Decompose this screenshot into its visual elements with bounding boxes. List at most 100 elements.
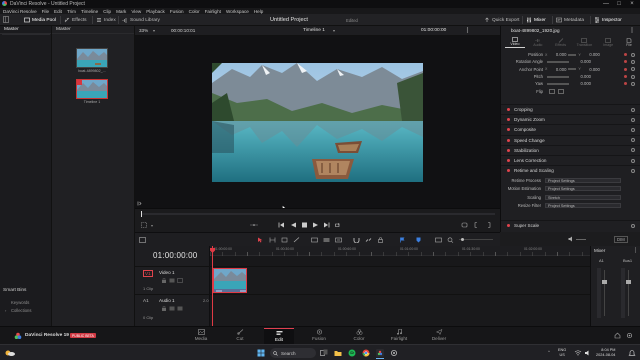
volume-icon[interactable] <box>584 349 592 357</box>
reset-icon[interactable] <box>631 138 635 143</box>
param-y-value[interactable]: 0.000 <box>582 52 599 57</box>
zoom-level[interactable]: 33% <box>139 28 148 33</box>
section-stabilization[interactable]: Stabilization <box>501 144 640 155</box>
reset-icon[interactable] <box>631 148 635 153</box>
reset-icon[interactable] <box>631 117 635 122</box>
zoom-custom-icon[interactable] <box>447 237 454 243</box>
menu-help[interactable]: Help <box>254 9 263 14</box>
zoom-detail-icon[interactable] <box>435 237 442 243</box>
blade-tool-icon[interactable] <box>293 237 300 243</box>
bin-master[interactable]: Master <box>4 27 19 32</box>
tab-video[interactable]: Video <box>505 36 525 48</box>
keyframe-icon[interactable] <box>624 53 627 57</box>
menu-clip[interactable]: Clip <box>103 9 111 14</box>
menu-timeline[interactable]: Timeline <box>81 9 98 14</box>
panel-toggle-icon[interactable] <box>3 16 9 23</box>
reset-icon[interactable] <box>631 158 635 163</box>
weather-icon[interactable] <box>4 349 16 357</box>
loop-icon[interactable] <box>334 222 341 228</box>
page-tab-fairlight[interactable]: Fairlight <box>384 328 414 344</box>
menu-file[interactable]: File <box>42 9 49 14</box>
collections-chevron-icon[interactable]: › <box>5 308 6 313</box>
smart-bins-header[interactable]: Smart Bins <box>3 288 26 293</box>
motion-estimation-select[interactable]: Project Settings <box>545 186 621 192</box>
mute-icon[interactable] <box>177 306 183 311</box>
menu-playback[interactable]: Playback <box>146 9 165 14</box>
flag-icon[interactable] <box>399 237 406 243</box>
taskbar-search[interactable]: Search <box>270 348 316 358</box>
enable-dot-icon[interactable] <box>507 128 510 132</box>
marker-icon[interactable] <box>415 237 422 243</box>
transform-overlay-icon[interactable] <box>141 222 148 228</box>
section-speed-change[interactable]: Speed Change <box>501 134 640 145</box>
page-tab-color[interactable]: Color <box>344 328 374 344</box>
metadata-button[interactable]: Metadata <box>556 16 584 24</box>
auto-select-icon[interactable] <box>169 278 175 283</box>
retime-process-select[interactable]: Project Settings <box>545 177 621 183</box>
lock-track-icon[interactable] <box>161 278 167 283</box>
param-slider[interactable] <box>568 53 577 56</box>
track-name-video[interactable]: Video 1 <box>159 270 175 275</box>
close-button[interactable]: × <box>626 0 638 8</box>
enable-dot-icon[interactable] <box>507 159 510 163</box>
keyframe-icon[interactable] <box>624 75 627 79</box>
audio-track-lane[interactable] <box>210 294 590 326</box>
section-lens-correction[interactable]: Lens Correction <box>501 154 640 165</box>
minimize-button[interactable]: — <box>600 0 612 8</box>
media-clip-boat[interactable]: boat-4899802_... <box>76 48 112 73</box>
track-id-a1[interactable]: A1 <box>143 298 149 303</box>
tray-overflow-icon[interactable]: ^ <box>548 349 554 357</box>
page-tab-edit[interactable]: Edit <box>264 328 294 344</box>
reset-icon[interactable] <box>631 81 635 86</box>
param-slider[interactable] <box>547 82 569 85</box>
project-manager-icon[interactable] <box>614 332 621 339</box>
clock[interactable]: 8:04 PM 2024-08-04 <box>596 348 615 357</box>
resolve-taskbar-icon[interactable] <box>376 349 384 357</box>
reset-icon[interactable] <box>631 107 635 112</box>
overlay-dropdown-icon[interactable]: ▾ <box>151 223 153 228</box>
enable-dot-icon[interactable] <box>507 224 510 228</box>
section-composite[interactable]: Composite <box>501 124 640 134</box>
tab-audio[interactable]: Audio <box>528 38 548 47</box>
play-icon[interactable] <box>312 222 319 228</box>
param-x-value[interactable]: 0.000 <box>571 74 591 79</box>
linked-selection-icon[interactable] <box>365 237 372 243</box>
fader-bus1[interactable] <box>626 280 631 284</box>
param-x-value[interactable]: 0.000 <box>548 67 566 72</box>
position-lock-icon[interactable] <box>377 237 384 243</box>
maximize-button[interactable]: □ <box>613 0 625 8</box>
quick-export-button[interactable]: Quick Export <box>484 16 519 24</box>
sound-library-button[interactable]: Sound Library <box>122 16 160 24</box>
timeline-view-options-icon[interactable] <box>139 237 146 243</box>
media-clip-timeline[interactable]: Timeline 1 <box>76 79 108 104</box>
wifi-icon[interactable] <box>574 349 582 357</box>
reset-icon[interactable] <box>631 74 635 79</box>
mark-in-icon[interactable] <box>473 222 480 228</box>
keyframe-icon[interactable] <box>624 82 627 86</box>
stop-icon[interactable] <box>301 222 308 228</box>
enable-dot-icon[interactable] <box>507 108 510 112</box>
file-explorer-icon[interactable] <box>334 349 342 357</box>
video-track-lane[interactable] <box>210 266 590 294</box>
menu-color[interactable]: Color <box>189 9 200 14</box>
enable-dot-icon[interactable] <box>507 169 510 173</box>
flip-vertical-button[interactable] <box>558 88 564 94</box>
section-retime-scaling[interactable]: Retime and Scaling <box>501 165 640 175</box>
zoom-slider[interactable] <box>459 239 493 240</box>
playhead[interactable] <box>212 246 213 326</box>
fader-a1[interactable] <box>602 280 607 284</box>
inspector-options-icon[interactable] <box>629 27 635 33</box>
reset-icon[interactable] <box>631 59 635 64</box>
reset-icon[interactable] <box>631 168 635 173</box>
track-name-audio[interactable]: Audio 1 <box>159 298 175 303</box>
timeline-tracks[interactable]: 01:00:00:00 01:00:30:00 01:00:60:00 01:0… <box>210 246 590 326</box>
page-tab-deliver[interactable]: Deliver <box>424 328 454 344</box>
viewer-options-icon[interactable] <box>465 27 470 33</box>
windows-start-icon[interactable] <box>257 349 265 357</box>
snapping-icon[interactable] <box>353 237 360 243</box>
track-id-v1[interactable]: V1 <box>143 270 153 277</box>
notification-icon[interactable] <box>628 349 636 357</box>
keyframe-icon[interactable] <box>624 60 627 64</box>
disable-track-icon[interactable] <box>177 278 183 283</box>
language-indicator[interactable]: ENG US <box>558 348 566 357</box>
